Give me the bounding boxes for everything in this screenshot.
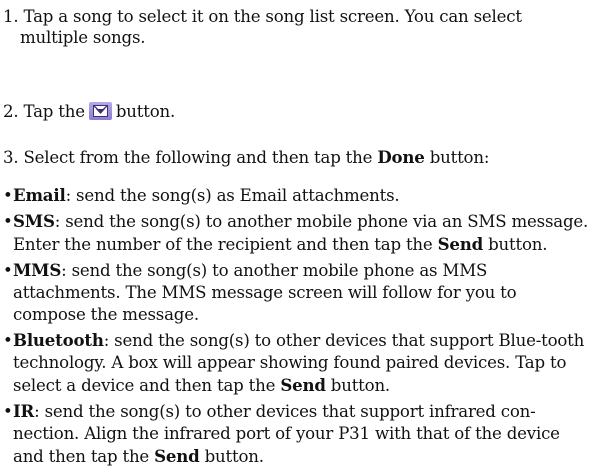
step-3: 3. Select from the following and then ta… [3,147,589,168]
option-ir: •IR: send the song(s) to other devices t… [3,401,560,466]
step-1-text: 1. Tap a song to select it on the song l… [3,7,522,47]
option-description: : send the song(s) as Email attachments. [65,186,400,205]
option-name: MMS [13,260,62,280]
option-description: : send the song(s) to another mobile pho… [13,261,517,324]
option-tail: button. [199,447,264,466]
step-2-text-start: 2. Tap the [3,102,85,121]
option-tail: button. [483,235,548,254]
option-name: Email [13,185,66,205]
option-name: Bluetooth [13,330,104,350]
send-label: Send [154,446,200,466]
send-label: Send [280,375,326,395]
option-description: : send the song(s) to other devices that… [13,402,560,466]
done-label: Done [377,147,425,167]
option-list: •Email: send the song(s) as Email attach… [3,184,589,471]
step-3-text-start: 3. Select from the following and then ta… [3,148,378,167]
step-2-text-end: button. [115,102,176,121]
option-bluetooth: •Bluetooth: send the song(s) to other de… [3,330,585,395]
send-button-icon [88,102,112,120]
option-sms: •SMS: send the song(s) to another mobile… [3,211,589,254]
option-name: SMS [13,211,55,231]
step-2: 2. Tap the button. [3,101,589,122]
send-label: Send [437,234,484,254]
option-tail: button. [325,376,391,395]
step-1: 1. Tap a song to select it on the song l… [3,6,589,48]
option-mms: •MMS: send the song(s) to another mobile… [3,260,517,324]
step-3-text-end: button: [424,148,490,167]
option-name: IR [13,401,35,421]
envelope-icon [92,105,108,117]
option-email: •Email: send the song(s) as Email attach… [3,185,400,205]
